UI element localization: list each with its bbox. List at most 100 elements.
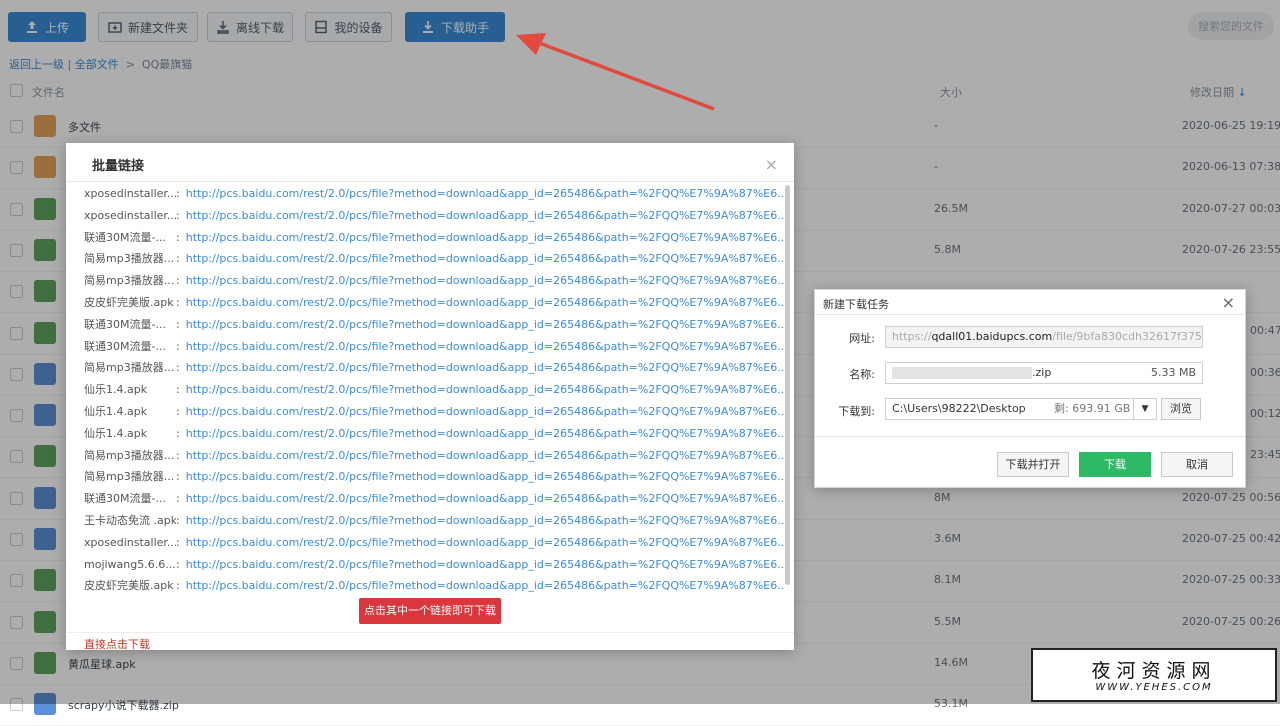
list-item: xposedinstaller....: http://pcs.baidu.com… [84,183,784,205]
link-colon: : [176,295,180,309]
link-colon: : [176,339,180,353]
hint-button[interactable]: 点击其中一个链接即可下载 [359,598,501,624]
download-link[interactable]: http://pcs.baidu.com/rest/2.0/pcs/file?m… [186,470,784,483]
chevron-down-icon[interactable]: ▼ [1133,399,1156,419]
download-link[interactable]: http://pcs.baidu.com/rest/2.0/pcs/file?m… [186,318,784,331]
destination-label: 下载到: [838,405,875,418]
free-space: 剩: 693.91 GB [1054,402,1131,415]
divider [66,181,794,182]
url-rest: /file/9bfa830cdh32617f3759cf [1052,330,1203,343]
list-item: mojiwang5.6.6....: http://pcs.baidu.com/r… [84,554,784,576]
url-label: 网址: [849,332,875,345]
divider [815,314,1245,315]
link-colon: : [176,383,180,397]
close-icon[interactable]: × [765,155,778,174]
close-icon[interactable]: × [1222,293,1235,312]
list-item: 联通30M流量-...: http://pcs.baidu.com/rest/2.… [84,314,784,336]
download-link[interactable]: http://pcs.baidu.com/rest/2.0/pcs/file?m… [186,274,784,287]
watermark-title: 夜河资源网 [1091,660,1217,682]
watermark-url: WWW.YEHES.COM [1095,682,1213,693]
browse-button[interactable]: 浏览 [1161,398,1201,420]
link-file-name: 皮皮虾完美版.apk [84,295,174,309]
download-link[interactable]: http://pcs.baidu.com/rest/2.0/pcs/file?m… [186,514,784,527]
url-field[interactable]: https://qdall01.baidupcs.com/file/9bfa83… [885,326,1203,348]
new-download-dialog: 新建下载任务 × 网址: https://qdall01.baidupcs.co… [814,289,1246,488]
link-colon: : [176,230,180,244]
download-link[interactable]: http://pcs.baidu.com/rest/2.0/pcs/file?m… [186,427,784,440]
download-link[interactable]: http://pcs.baidu.com/rest/2.0/pcs/file?m… [186,492,784,505]
download-link[interactable]: http://pcs.baidu.com/rest/2.0/pcs/file?m… [186,296,784,309]
list-item: 简易mp3播放器...: http://pcs.baidu.com/rest/2.… [84,270,784,292]
link-colon: : [176,426,180,440]
link-file-name: xposedinstaller.... [84,208,176,222]
link-file-name: 简易mp3播放器... [84,470,175,484]
list-item: 简易mp3播放器...: http://pcs.baidu.com/rest/2.… [84,445,784,467]
link-file-name: 简易mp3播放器... [84,252,175,266]
link-file-name: 仙乐1.4.apk [84,383,148,397]
download-link[interactable]: http://pcs.baidu.com/rest/2.0/pcs/file?m… [186,405,784,418]
arrow-annotation [516,33,715,111]
list-item: 仙乐1.4.apk: http://pcs.baidu.com/rest/2.0/… [84,379,784,401]
download-link[interactable]: http://pcs.baidu.com/rest/2.0/pcs/file?m… [186,383,784,396]
download-link[interactable]: http://pcs.baidu.com/rest/2.0/pcs/file?m… [186,558,784,571]
name-field[interactable]: .zip 5.33 MB [885,362,1203,384]
list-item: 皮皮虾完美版.apk: http://pcs.baidu.com/rest/2.0… [84,575,784,593]
link-colon: : [176,361,180,375]
scrollbar[interactable] [785,185,790,585]
download-link[interactable]: http://pcs.baidu.com/rest/2.0/pcs/file?m… [186,449,784,462]
download-link[interactable]: http://pcs.baidu.com/rest/2.0/pcs/file?m… [186,361,784,374]
download-link[interactable]: http://pcs.baidu.com/rest/2.0/pcs/file?m… [186,340,784,353]
link-file-name: 简易mp3播放器... [84,274,175,288]
link-colon: : [176,535,180,549]
link-colon: : [176,208,180,222]
download-link[interactable]: http://pcs.baidu.com/rest/2.0/pcs/file?m… [186,231,784,244]
link-file-name: 联通30M流量-... [84,230,166,244]
destination-select[interactable]: C:\Users\98222\Desktop 剩: 693.91 GB ▼ [885,398,1157,420]
download-link[interactable]: http://pcs.baidu.com/rest/2.0/pcs/file?m… [186,579,784,592]
link-colon: : [176,252,180,266]
direct-download-link[interactable]: 直接点击下载 [84,636,150,652]
link-file-name: 王卡动态免流 .apk [84,513,176,527]
list-item: 联通30M流量-...: http://pcs.baidu.com/rest/2.… [84,227,784,249]
link-colon: : [176,187,180,200]
link-colon: : [176,513,180,527]
list-item: xposedinstaller....: http://pcs.baidu.com… [84,205,784,227]
link-file-name: 仙乐1.4.apk [84,404,148,418]
download-link[interactable]: http://pcs.baidu.com/rest/2.0/pcs/file?m… [186,187,784,200]
list-item: 仙乐1.4.apk: http://pcs.baidu.com/rest/2.0/… [84,423,784,445]
link-file-name: 联通30M流量-... [84,492,166,506]
link-colon: : [176,579,180,593]
link-file-name: xposedinstaller.... [84,535,176,549]
link-file-name: 仙乐1.4.apk [84,426,148,440]
list-item: 简易mp3播放器...: http://pcs.baidu.com/rest/2.… [84,466,784,488]
blurred-name [892,367,1032,379]
link-colon: : [176,557,180,571]
file-size: 5.33 MB [1150,366,1196,379]
download-link[interactable]: http://pcs.baidu.com/rest/2.0/pcs/file?m… [186,252,784,265]
url-host: qdall01.baidupcs.com [931,330,1053,343]
list-item: xposedinstaller....: http://pcs.baidu.com… [84,532,784,554]
name-extension: .zip [1032,366,1052,379]
divider [815,436,1245,437]
link-list: xposedinstaller....: http://pcs.baidu.com… [84,183,784,593]
download-button[interactable]: 下载 [1079,452,1151,477]
divider [66,632,794,633]
link-colon: : [176,317,180,331]
download-link[interactable]: http://pcs.baidu.com/rest/2.0/pcs/file?m… [186,209,784,222]
download-open-button[interactable]: 下载并打开 [997,452,1069,477]
cancel-button[interactable]: 取消 [1161,452,1233,477]
download-link[interactable]: http://pcs.baidu.com/rest/2.0/pcs/file?m… [186,536,784,549]
link-colon: : [176,274,180,288]
list-item: 皮皮虾完美版.apk: http://pcs.baidu.com/rest/2.0… [84,292,784,314]
link-file-name: 皮皮虾完美版.apk [84,579,174,593]
dialog-title: 新建下载任务 [823,298,889,311]
url-prefix: https:// [892,330,932,343]
name-label: 名称: [849,368,875,381]
list-item: 简易mp3播放器...: http://pcs.baidu.com/rest/2.… [84,357,784,379]
list-item: 联通30M流量-...: http://pcs.baidu.com/rest/2.… [84,488,784,510]
link-file-name: mojiwang5.6.6.... [84,557,176,571]
link-file-name: 简易mp3播放器... [84,448,175,462]
destination-path: C:\Users\98222\Desktop [892,402,1026,415]
link-colon: : [176,470,180,484]
link-file-name: 联通30M流量-... [84,317,166,331]
